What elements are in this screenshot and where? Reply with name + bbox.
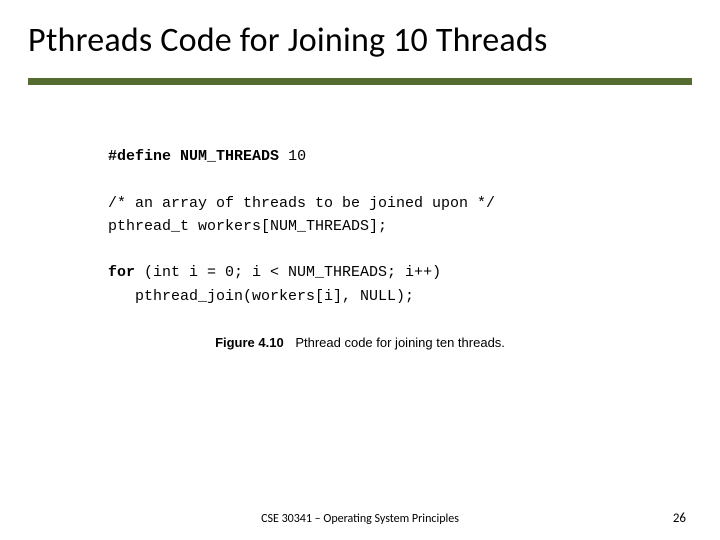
code-line-5: pthread_join(workers[i], NULL); [108, 285, 495, 308]
code-line-1: #define NUM_THREADS 10 [108, 145, 495, 168]
code-line-2: /* an array of threads to be joined upon… [108, 192, 495, 215]
slide: Pthreads Code for Joining 10 Threads #de… [0, 0, 720, 540]
footer-page-number: 26 [673, 511, 686, 526]
title-underline [28, 78, 692, 85]
figure-label: Figure 4.10 [215, 335, 284, 350]
keyword-define: #define [108, 148, 171, 165]
slide-title: Pthreads Code for Joining 10 Threads [28, 20, 547, 61]
keyword-for: for [108, 264, 135, 281]
figure-text: Pthread code for joining ten threads. [295, 335, 505, 350]
footer-course: CSE 30341 – Operating System Principles [0, 512, 720, 526]
code-line-4: for (int i = 0; i < NUM_THREADS; i++) [108, 261, 495, 284]
macro-value: 10 [288, 148, 306, 165]
code-line-3: pthread_t workers[NUM_THREADS]; [108, 215, 495, 238]
for-rest: (int i = 0; i < NUM_THREADS; i++) [135, 264, 441, 281]
code-block: #define NUM_THREADS 10 /* an array of th… [108, 145, 495, 308]
code-blank-2 [108, 238, 495, 261]
macro-numthreads: NUM_THREADS [180, 148, 279, 165]
code-blank-1 [108, 168, 495, 191]
figure-caption: Figure 4.10 Pthread code for joining ten… [0, 335, 720, 350]
